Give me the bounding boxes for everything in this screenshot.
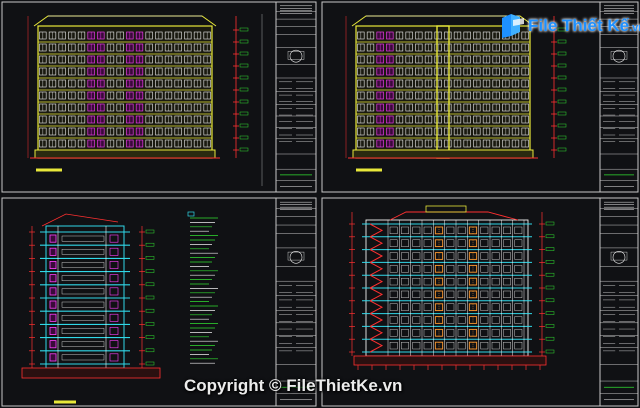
filethietke-logo: File Thiết Kế.vn [498, 8, 640, 42]
logo-brand-tld: .vn [629, 22, 640, 34]
copyright-watermark: Copyright © FileThietKe.vn [184, 376, 403, 395]
cad-drawing-canvas [0, 0, 640, 408]
logo-brand-main: File [528, 16, 558, 35]
logo-brand-rest: Thiết Kế [562, 16, 630, 35]
filethietke-logo-icon [502, 14, 524, 38]
logo-wordmark: File Thiết Kế.vn [528, 16, 640, 36]
